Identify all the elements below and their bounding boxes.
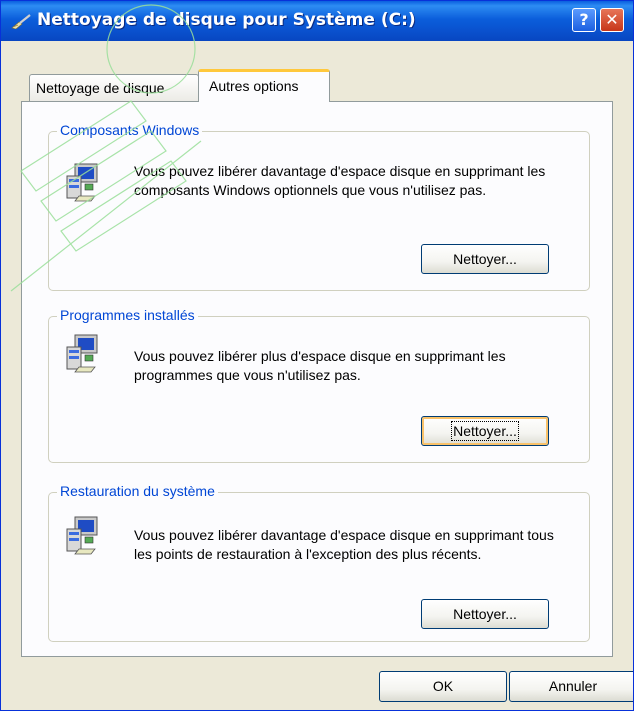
group-title-composants-windows: Composants Windows — [57, 122, 203, 138]
title-bar[interactable]: Nettoyage de disque pour Système (C:) ? … — [1, 1, 633, 41]
group-title-restauration-du-systeme: Restauration du système — [57, 483, 218, 499]
broom-icon — [11, 14, 31, 29]
close-button[interactable]: ✕ — [600, 8, 624, 32]
tab-nettoyage-de-disque[interactable]: Nettoyage de disque — [29, 74, 199, 101]
ok-button[interactable]: OK — [379, 671, 507, 702]
group-description-composants-windows: Vous pouvez libérer davantage d'espace d… — [134, 163, 546, 198]
group-description-programmes-installes: Vous pouvez libérer plus d'espace disque… — [134, 348, 506, 383]
windows-setup-computer-icon — [66, 163, 98, 202]
windows-setup-computer-icon — [66, 334, 98, 373]
disk-cleanup-dialog: Nettoyage de disque pour Système (C:) ? … — [0, 0, 634, 711]
group-programmes-installes: Programmes installés Vous pouvez libérer… — [48, 307, 590, 463]
tab-autres-options[interactable]: Autres options — [198, 69, 330, 102]
windows-setup-computer-icon — [66, 516, 98, 555]
window-title: Nettoyage de disque pour Système (C:) — [37, 10, 416, 30]
nettoyer-composants-windows-button[interactable]: Nettoyer... — [421, 244, 549, 274]
group-restauration-du-systeme: Restauration du système Vous pouvez libé… — [48, 483, 590, 642]
group-composants-windows: Composants Windows Vous pouvez libérer d… — [48, 122, 590, 291]
group-description-restauration-du-systeme: Vous pouvez libérer davantage d'espace d… — [134, 527, 554, 562]
nettoyer-button-label: Nettoyer... — [451, 421, 519, 441]
nettoyer-programmes-installes-button[interactable]: Nettoyer... — [421, 416, 549, 446]
group-title-programmes-installes: Programmes installés — [57, 307, 198, 323]
help-button[interactable]: ? — [572, 8, 596, 32]
nettoyer-restauration-du-systeme-button[interactable]: Nettoyer... — [421, 599, 549, 629]
tab-panel-autres-options: Composants Windows Vous pouvez libérer d… — [21, 101, 613, 657]
cancel-button[interactable]: Annuler — [509, 671, 633, 702]
